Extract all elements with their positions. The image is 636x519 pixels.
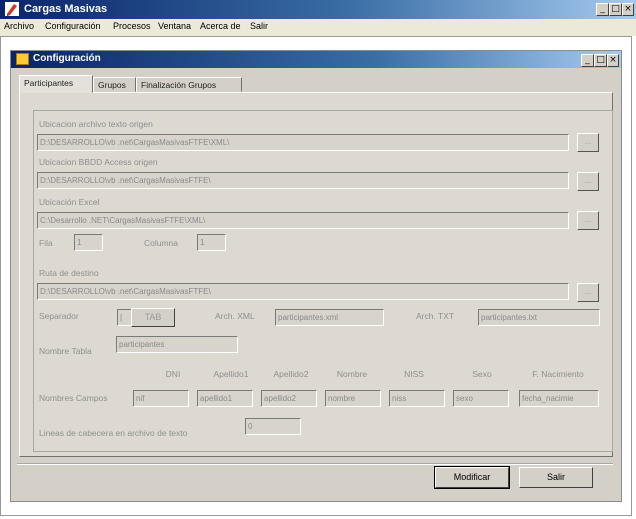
minimize-button[interactable]: _ — [596, 3, 609, 16]
header-niss: NISS — [404, 369, 424, 379]
lineas-field[interactable]: 0 — [245, 418, 301, 435]
campo-niss-field[interactable]: niss — [389, 390, 445, 407]
txt-field[interactable]: participantes.txt — [478, 309, 600, 326]
child-maximize-button[interactable]: □ — [594, 54, 607, 67]
xml-field[interactable]: participantes.xml — [275, 309, 384, 326]
xml-label: Arch. XML — [215, 311, 255, 321]
window-icon — [16, 53, 29, 65]
lineas-label: Lineas de cabecera en archivo de texto — [39, 428, 188, 438]
bbdd-label: Ubicacion BBDD Access origen — [39, 157, 158, 167]
destino-label: Ruta de destino — [39, 268, 99, 278]
child-minimize-button[interactable]: _ — [581, 54, 594, 67]
campo-apellido2-field[interactable]: apellido2 — [261, 390, 317, 407]
excel-label: Ubicación Excel — [39, 197, 100, 207]
separador-label: Separador — [39, 311, 79, 321]
child-title-bar: Configuración — [11, 51, 621, 68]
columna-field[interactable]: 1 — [197, 234, 226, 251]
tab-participantes[interactable]: Participantes — [19, 75, 93, 93]
menu-configuracion[interactable]: Configuración — [45, 21, 101, 31]
child-close-button[interactable]: × — [607, 54, 619, 67]
tabla-field[interactable]: participantes — [116, 336, 238, 353]
tab-separator-button[interactable]: TAB — [131, 308, 175, 327]
separator-line — [17, 463, 613, 465]
txt-label: Arch. TXT — [416, 311, 455, 321]
header-sexo: Sexo — [472, 369, 492, 379]
campo-nombre-field[interactable]: nombre — [325, 390, 381, 407]
tabla-label: Nombre Tabla — [39, 346, 92, 356]
browse-destino-button[interactable]: ... — [577, 283, 599, 302]
configuracion-window: Configuración _ □ × Participantes Grupos… — [10, 50, 622, 502]
menu-salir[interactable]: Salir — [250, 21, 268, 31]
menu-bar: Archivo Configuración Procesos Ventana A… — [0, 19, 636, 36]
header-f-nacimiento: F. Nacimiento — [532, 369, 584, 379]
destino-field[interactable]: D:\DESARROLLO\vb .net\CargasMasivasFTFE\ — [37, 283, 569, 300]
campo-fecha-nacimiento-field[interactable]: fecha_nacimie — [519, 390, 599, 407]
menu-archivo[interactable]: Archivo — [4, 21, 34, 31]
archivo-texto-label: Ubicacion archivo texto origen — [39, 119, 153, 129]
menu-ventana[interactable]: Ventana — [158, 21, 191, 31]
campo-sexo-field[interactable]: sexo — [453, 390, 509, 407]
campo-dni-field[interactable]: nif — [133, 390, 189, 407]
tab-finalizacion-grupos[interactable]: Finalización Grupos — [136, 77, 242, 92]
browse-bbdd-button[interactable]: ... — [577, 172, 599, 191]
salir-button[interactable]: Salir — [519, 467, 593, 488]
header-apellido2: Apellido2 — [273, 369, 309, 379]
maximize-button[interactable]: □ — [609, 3, 622, 16]
app-title: Cargas Masivas — [24, 3, 108, 15]
excel-field[interactable]: C:\Desarrollo .NET\CargasMasivasFTFE\XML… — [37, 212, 569, 229]
fila-field[interactable]: 1 — [74, 234, 103, 251]
archivo-texto-field[interactable]: D:\DESARROLLO\vb .net\CargasMasivasFTFE\… — [37, 134, 569, 151]
close-button[interactable]: × — [622, 3, 634, 16]
menu-acerca-de[interactable]: Acerca de — [200, 21, 241, 31]
app-title-bar: Cargas Masivas — [0, 0, 636, 19]
header-nombre: Nombre — [336, 369, 368, 379]
campo-apellido1-field[interactable]: apellido1 — [197, 390, 253, 407]
modificar-button[interactable]: Modificar — [434, 466, 510, 489]
fila-label: Fila — [39, 238, 53, 248]
browse-excel-button[interactable]: ... — [577, 211, 599, 230]
tab-grupos[interactable]: Grupos — [93, 77, 136, 92]
columna-label: Columna — [144, 238, 179, 248]
app-icon — [5, 2, 19, 16]
child-title: Configuración — [33, 53, 101, 64]
browse-archivo-texto-button[interactable]: ... — [577, 133, 599, 152]
menu-procesos[interactable]: Procesos — [113, 21, 151, 31]
campos-label: Nombres Campos — [39, 393, 108, 403]
bbdd-field[interactable]: D:\DESARROLLO\vb .net\CargasMasivasFTFE\ — [37, 172, 569, 189]
